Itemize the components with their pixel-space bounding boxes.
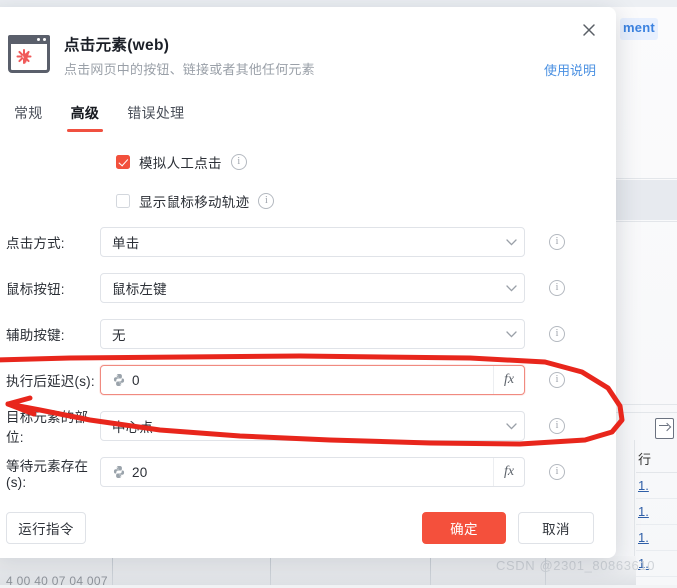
background-ghost-text: 4 00 40 07 04 007 (6, 574, 108, 588)
input-wait-element-exists[interactable]: 20 fx (100, 457, 525, 487)
cancel-button[interactable]: 取消 (518, 512, 594, 544)
chevron-down-icon[interactable] (498, 330, 524, 338)
info-icon[interactable]: i (549, 418, 565, 434)
info-icon[interactable]: i (549, 234, 565, 250)
checkbox-row-simulate-human-click: 模拟人工点击 i (116, 152, 247, 172)
dialog-title: 点击元素(web) (64, 37, 170, 54)
field-label: 点击方式: (6, 236, 65, 251)
input-value-wrap: 0 (101, 373, 493, 388)
background-table-header: 行 (636, 448, 677, 473)
dialog-header: 点击元素(web) 点击网页中的按钮、链接或者其他任何元素 使用说明 (8, 33, 596, 91)
watermark: CSDN @2301_80863610 (496, 558, 656, 573)
field-row-wait-element-exists: 等待元素存在(s): 20 fx i (0, 457, 616, 490)
click-element-web-icon (8, 35, 50, 73)
field-label: 等待元素存在(s): (6, 458, 89, 490)
dialog-subtitle: 点击网页中的按钮、链接或者其他任何元素 (64, 62, 315, 77)
info-icon[interactable]: i (549, 280, 565, 296)
input-value: 0 (132, 372, 140, 388)
dialog-body: 模拟人工点击 i 显示鼠标移动轨迹 i 点击方式: 单击 i 鼠标按钮: 鼠标左… (0, 139, 616, 500)
info-icon[interactable]: i (258, 193, 275, 209)
tab-general[interactable]: 常规 (14, 103, 43, 132)
info-icon[interactable]: i (549, 372, 565, 388)
info-icon[interactable]: i (549, 326, 565, 342)
background-table-cell[interactable]: 1. (636, 499, 677, 525)
chevron-down-icon[interactable] (498, 238, 524, 246)
input-delay-after-execution[interactable]: 0 fx (100, 365, 525, 395)
field-label: 执行后延迟(s): (6, 374, 95, 389)
fx-button[interactable]: fx (493, 366, 524, 394)
info-icon[interactable]: i (549, 464, 565, 480)
background-top-strip (0, 0, 677, 7)
checkbox-row-show-mouse-trail: 显示鼠标移动轨迹 i (116, 191, 275, 211)
export-document-icon[interactable] (655, 418, 674, 439)
background-table-cell[interactable]: 1. (636, 525, 677, 551)
background-highlight-chip: ment (620, 18, 658, 40)
run-command-button[interactable]: 运行指令 (6, 512, 86, 544)
click-element-dialog: 点击元素(web) 点击网页中的按钮、链接或者其他任何元素 使用说明 常规 高级… (0, 7, 616, 558)
field-row-modifier-key: 辅助按键: 无 i (0, 319, 616, 349)
input-value: 20 (132, 464, 148, 480)
select-modifier-key[interactable]: 无 (100, 319, 525, 349)
field-row-target-element-position: 目标元素的部位: 中心点 i (0, 410, 616, 445)
field-row-mouse-button: 鼠标按钮: 鼠标左键 i (0, 273, 616, 303)
field-row-click-type: 点击方式: 单击 i (0, 227, 616, 257)
chevron-down-icon[interactable] (498, 284, 524, 292)
chevron-down-icon[interactable] (498, 422, 524, 430)
select-value: 无 (112, 328, 126, 343)
checkbox-simulate-human-click[interactable] (116, 155, 130, 169)
select-value: 鼠标左键 (112, 282, 167, 297)
dialog-tabs: 常规 高级 错误处理 (14, 103, 184, 132)
select-mouse-button[interactable]: 鼠标左键 (100, 273, 525, 303)
help-link[interactable]: 使用说明 (544, 60, 596, 79)
checkbox-label: 显示鼠标移动轨迹 (139, 195, 250, 210)
input-value-wrap: 20 (101, 465, 493, 480)
python-icon (113, 466, 125, 478)
fx-button[interactable]: fx (493, 458, 524, 486)
info-icon[interactable]: i (230, 154, 247, 170)
field-label: 鼠标按钮: (6, 282, 65, 297)
select-value: 单击 (112, 236, 140, 251)
tab-error-handling[interactable]: 错误处理 (127, 103, 184, 132)
tab-advanced[interactable]: 高级 (66, 103, 103, 132)
checkbox-show-mouse-trail[interactable] (116, 194, 130, 208)
python-icon (113, 374, 125, 386)
background-table-cell[interactable]: 1. (636, 473, 677, 499)
confirm-button[interactable]: 确定 (422, 512, 506, 544)
dialog-footer: 运行指令 确定 取消 (0, 500, 616, 558)
select-value: 中心点 (112, 420, 154, 435)
select-click-type[interactable]: 单击 (100, 227, 525, 257)
select-target-element-position[interactable]: 中心点 (100, 411, 525, 441)
field-label: 目标元素的部位: (6, 410, 89, 445)
checkbox-label: 模拟人工点击 (139, 156, 222, 171)
field-row-delay-after-execution: 执行后延迟(s): 0 fx i (0, 365, 616, 395)
field-label: 辅助按键: (6, 328, 65, 343)
